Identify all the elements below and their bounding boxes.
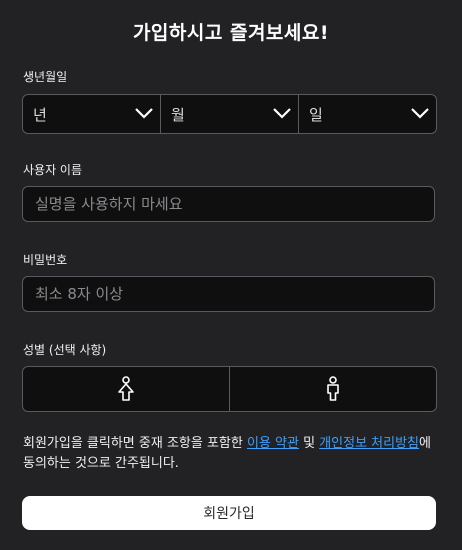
- terms-prefix: 회원가입을 클릭하면 중재 조항을 포함한: [23, 436, 247, 451]
- page-title: 가입하시고 즐겨보세요!: [132, 22, 330, 44]
- username-field-wrapper: [22, 186, 435, 222]
- username-label: 사용자 이름: [23, 163, 83, 177]
- chevron-down-icon: [135, 108, 153, 119]
- gender-option-male[interactable]: [23, 367, 229, 411]
- privacy-policy-link[interactable]: 개인정보 처리방침: [319, 436, 419, 451]
- month-select-value: 월: [171, 105, 185, 124]
- signup-button[interactable]: 회원가입: [22, 496, 436, 530]
- gender-option-female[interactable]: [229, 367, 436, 411]
- chevron-down-icon: [273, 108, 291, 119]
- chevron-down-icon: [411, 108, 429, 119]
- password-field-wrapper: [22, 276, 435, 312]
- day-select[interactable]: 일: [298, 95, 436, 133]
- terms-middle: 및: [298, 436, 320, 451]
- birth-date-group: 년 월 일: [22, 94, 437, 134]
- gender-selector: [22, 366, 437, 412]
- female-icon: [327, 376, 339, 401]
- gender-label: 성별 (선택 사항): [23, 343, 107, 357]
- terms-text: 회원가입을 클릭하면 중재 조항을 포함한 이용 약관 및 개인정보 처리방침에…: [23, 434, 443, 474]
- day-select-value: 일: [309, 105, 323, 124]
- password-label: 비밀번호: [23, 253, 68, 267]
- year-select-value: 년: [33, 105, 47, 124]
- password-input[interactable]: [23, 277, 434, 311]
- signup-form: 가입하시고 즐겨보세요! 생년월일 년 월 일 사용자 이름 비밀번호 성별 (…: [0, 0, 462, 550]
- year-select[interactable]: 년: [23, 95, 160, 133]
- terms-of-use-link[interactable]: 이용 약관: [247, 436, 299, 451]
- male-icon: [118, 376, 134, 401]
- birth-label: 생년월일: [23, 70, 68, 84]
- username-input[interactable]: [23, 187, 434, 221]
- month-select[interactable]: 월: [160, 95, 298, 133]
